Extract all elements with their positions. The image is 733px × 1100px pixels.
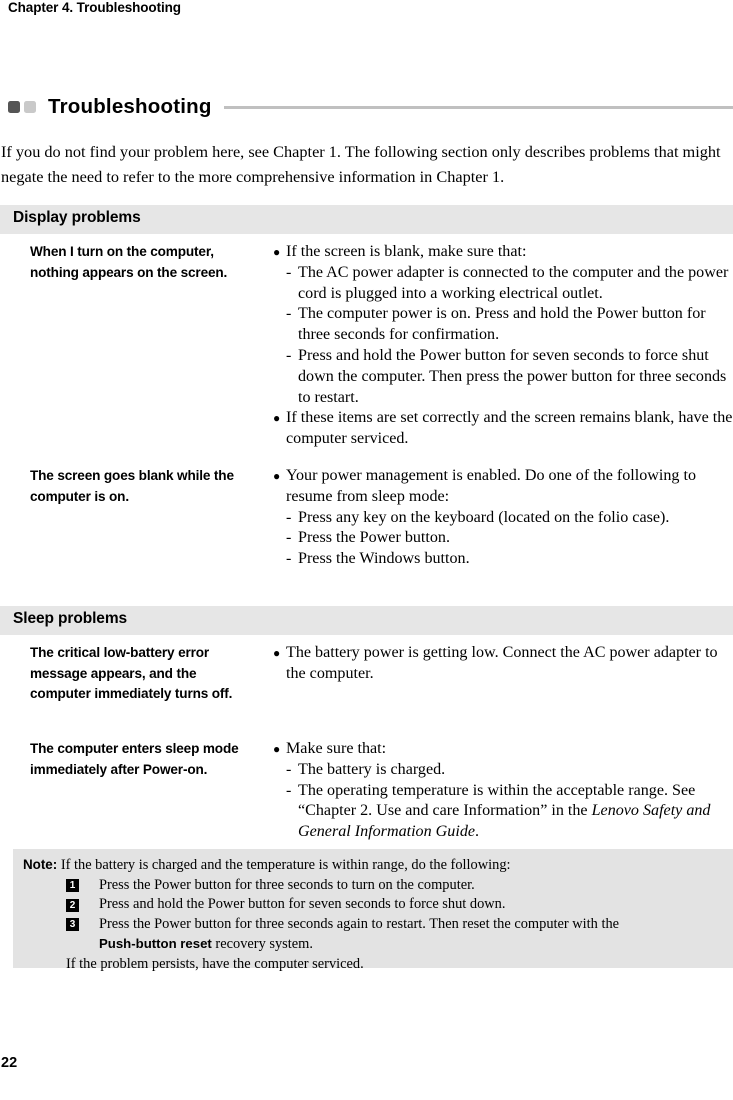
sub-item-text: The battery is charged. <box>298 760 446 778</box>
note-intro-line: Note: If the battery is charged and the … <box>23 855 723 876</box>
bullet-icon: ● <box>273 645 281 660</box>
heading-rule <box>223 105 733 109</box>
step-3-continuation: Push-button reset recovery system. <box>23 934 723 955</box>
sub-item-text: The operating temperature is within the … <box>298 782 710 841</box>
row-question: The computer enters sleep mode immediate… <box>30 741 239 777</box>
list-item: - Press and hold the Power button for se… <box>286 346 733 408</box>
step-text: Press and hold the Power button for seve… <box>99 896 506 913</box>
list-item: - Press the Windows button. <box>286 549 733 570</box>
bullet-list: ● Your power management is enabled. Do o… <box>272 466 733 570</box>
sub-item-text: Press any key on the keyboard (located o… <box>298 508 670 526</box>
row-answer: ● Your power management is enabled. Do o… <box>272 466 733 570</box>
bullet-icon: ● <box>273 244 281 259</box>
step-text: Press the Power button for three seconds… <box>99 876 475 893</box>
sub-list: - The AC power adapter is connected to t… <box>286 263 733 409</box>
square-marker-dark-icon <box>8 101 20 113</box>
bullet-icon: ● <box>273 468 281 483</box>
sub-item-text: The computer power is on. Press and hold… <box>298 305 706 344</box>
row-answer: ● The battery power is getting low. Conn… <box>272 643 733 685</box>
step-3-continuation-text: recovery system. <box>211 936 313 953</box>
dash-icon: - <box>286 550 292 568</box>
row-answer: ● If the screen is blank, make sure that… <box>272 242 733 450</box>
list-item: ● Your power management is enabled. Do o… <box>272 466 733 570</box>
list-item: ● The battery power is getting low. Conn… <box>272 643 733 685</box>
step-text: Press the Power button for three seconds… <box>99 915 620 932</box>
square-marker-light-icon <box>24 101 36 113</box>
dash-icon: - <box>286 508 292 526</box>
row-answer: ● Make sure that: - The battery is charg… <box>272 739 733 843</box>
list-item: - Press any key on the keyboard (located… <box>286 508 733 529</box>
sub-item-text: Press and hold the Power button for seve… <box>298 346 727 406</box>
list-item: - Press the Power button. <box>286 528 733 549</box>
push-button-reset-term: Push-button reset <box>99 936 212 952</box>
step-number-3-icon: 3 <box>66 918 79 932</box>
row-question: The critical low-battery error message a… <box>30 645 233 701</box>
dash-icon: - <box>286 781 292 799</box>
page-number: 22 <box>1 1055 18 1071</box>
category-header-sleep-problems: Sleep problems <box>0 606 733 635</box>
sub-item-text: Press the Windows button. <box>298 550 470 568</box>
dash-icon: - <box>286 305 292 323</box>
category-label: Sleep problems <box>13 610 128 627</box>
category-header-display-problems: Display problems <box>0 205 733 234</box>
bullet-text: Make sure that: <box>286 740 387 757</box>
sub-list: - Press any key on the keyboard (located… <box>286 508 733 570</box>
dash-icon: - <box>286 263 292 281</box>
row-question: When I turn on the computer, nothing app… <box>30 244 228 280</box>
bullet-text: If these items are set correctly and the… <box>286 409 733 448</box>
dash-icon: - <box>286 529 292 547</box>
bullet-icon: ● <box>273 410 281 425</box>
note-box: Note: If the battery is charged and the … <box>13 849 733 972</box>
list-item: 1 Press the Power button for three secon… <box>23 876 723 896</box>
row-question: The screen goes blank while the computer… <box>30 468 234 504</box>
section-heading: Troubleshooting <box>8 92 733 122</box>
step-number-2-icon: 2 <box>66 898 79 912</box>
list-item: ● If these items are set correctly and t… <box>272 408 733 450</box>
category-label: Display problems <box>13 209 141 226</box>
document-page: Chapter 4. Troubleshooting Troubleshooti… <box>0 0 733 1100</box>
note-step-list: 1 Press the Power button for three secon… <box>23 876 723 935</box>
bullet-list: ● Make sure that: - The battery is charg… <box>272 739 733 843</box>
bullet-icon: ● <box>273 741 281 756</box>
list-item: - The battery is charged. <box>286 760 733 781</box>
list-item: - The computer power is on. Press and ho… <box>286 304 733 346</box>
list-item: ● Make sure that: - The battery is charg… <box>272 739 733 843</box>
sub-list: - The battery is charged. - The operatin… <box>286 760 733 843</box>
list-item: 3 Press the Power button for three secon… <box>23 915 723 935</box>
note-tail-text: If the problem persists, have the comput… <box>66 955 364 972</box>
bullet-list: ● The battery power is getting low. Conn… <box>272 643 733 685</box>
bullet-text: The battery power is getting low. Connec… <box>286 644 718 682</box>
intro-paragraph: If you do not find your problem here, se… <box>1 142 721 186</box>
list-item: - The AC power adapter is connected to t… <box>286 263 733 305</box>
sub-item-text: Press the Power button. <box>298 529 450 547</box>
running-head: Chapter 4. Troubleshooting <box>8 0 181 15</box>
list-item: ● If the screen is blank, make sure that… <box>272 242 733 408</box>
sub-item-text: The AC power adapter is connected to the… <box>298 263 729 302</box>
dash-icon: - <box>286 346 292 364</box>
step-number-1-icon: 1 <box>66 879 79 893</box>
page-title: Troubleshooting <box>48 95 212 118</box>
dash-icon: - <box>286 760 292 778</box>
bullet-text: Your power management is enabled. Do one… <box>286 467 697 505</box>
bullet-text: If the screen is blank, make sure that: <box>286 243 527 260</box>
note-label: Note: <box>23 857 58 872</box>
sub-item-text-post: . <box>475 823 480 841</box>
list-item: - The operating temperature is within th… <box>286 781 733 843</box>
list-item: 2 Press and hold the Power button for se… <box>23 895 723 915</box>
bullet-list: ● If the screen is blank, make sure that… <box>272 242 733 450</box>
note-intro-text: If the battery is charged and the temper… <box>57 857 511 873</box>
